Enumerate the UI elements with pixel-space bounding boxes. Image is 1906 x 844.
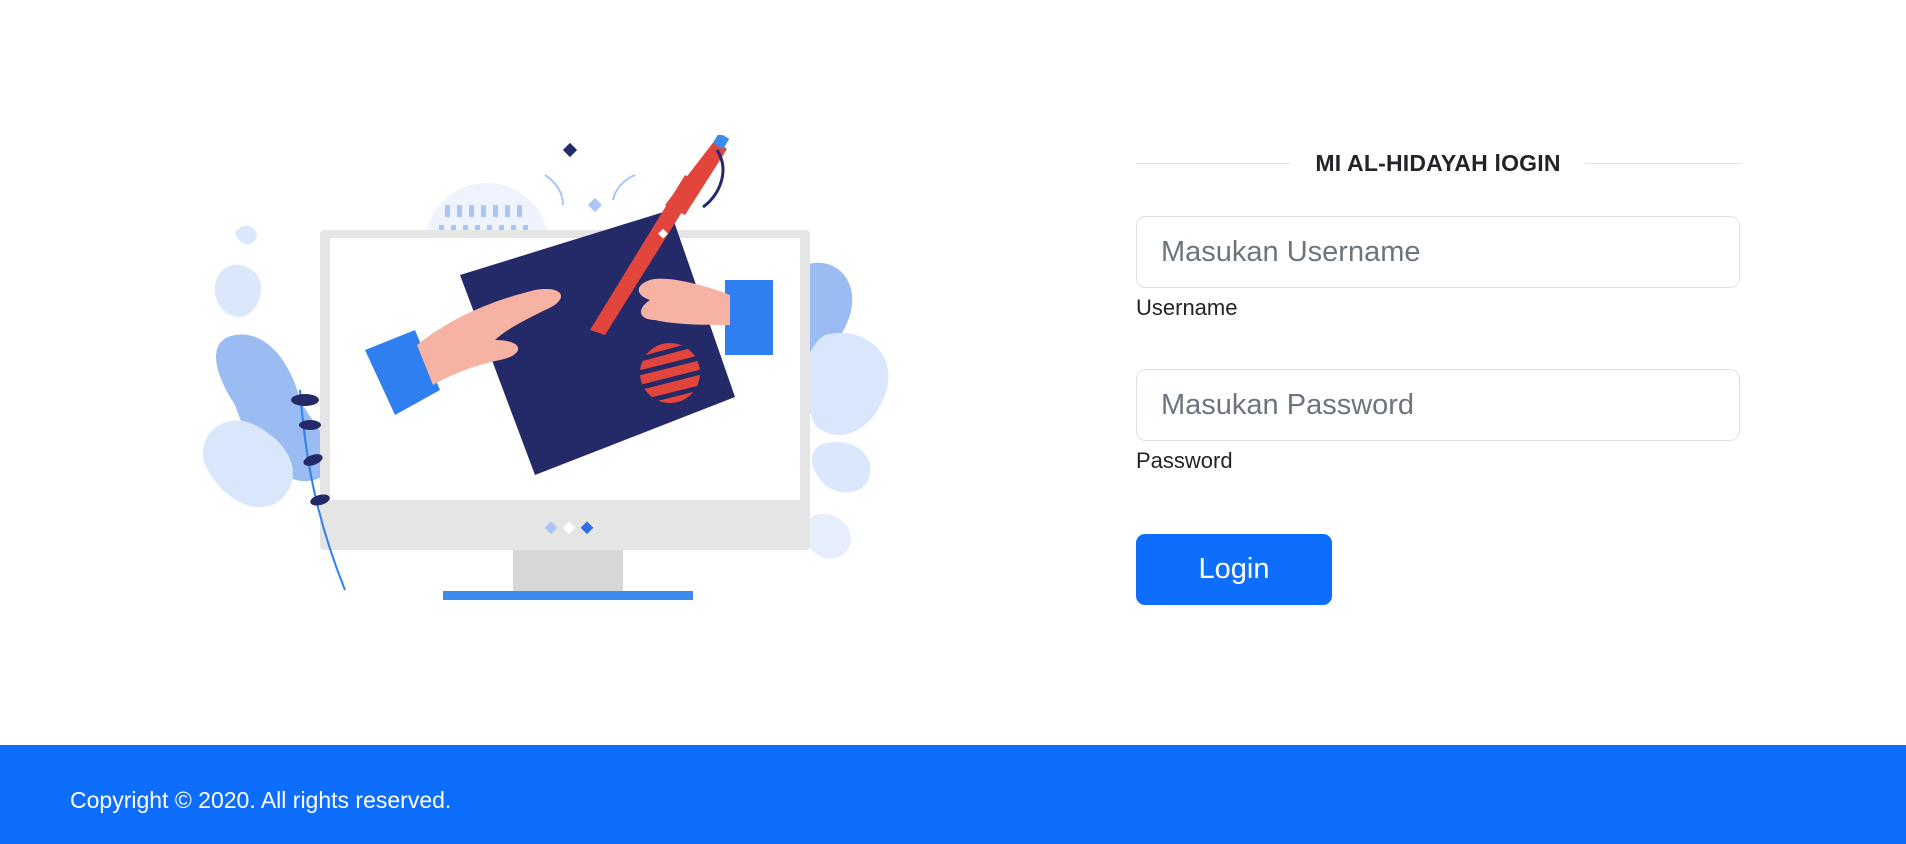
- password-label: Password: [1136, 448, 1233, 473]
- username-input[interactable]: [1136, 216, 1740, 288]
- login-button[interactable]: Login: [1136, 534, 1332, 605]
- login-title-row: MI AL-HIDAYAH lOGIN: [1136, 140, 1741, 186]
- title-divider-right: [1584, 162, 1741, 164]
- username-field-group: Username: [1136, 216, 1740, 321]
- login-title: MI AL-HIDAYAH lOGIN: [1315, 149, 1561, 176]
- password-field-group: Password: [1136, 369, 1740, 474]
- copyright-text: Copyright © 2020. All rights reserved.: [70, 787, 452, 813]
- login-page: MI AL-HIDAYAH lOGIN Username Password Lo…: [0, 0, 1906, 844]
- username-label: Username: [1136, 295, 1238, 320]
- login-form: MI AL-HIDAYAH lOGIN Username Password Lo…: [1136, 140, 1741, 605]
- computer-drawing-illustration: [195, 135, 935, 605]
- footer: Copyright © 2020. All rights reserved.: [0, 745, 1906, 844]
- title-divider-left: [1136, 162, 1292, 164]
- password-input[interactable]: [1136, 369, 1740, 441]
